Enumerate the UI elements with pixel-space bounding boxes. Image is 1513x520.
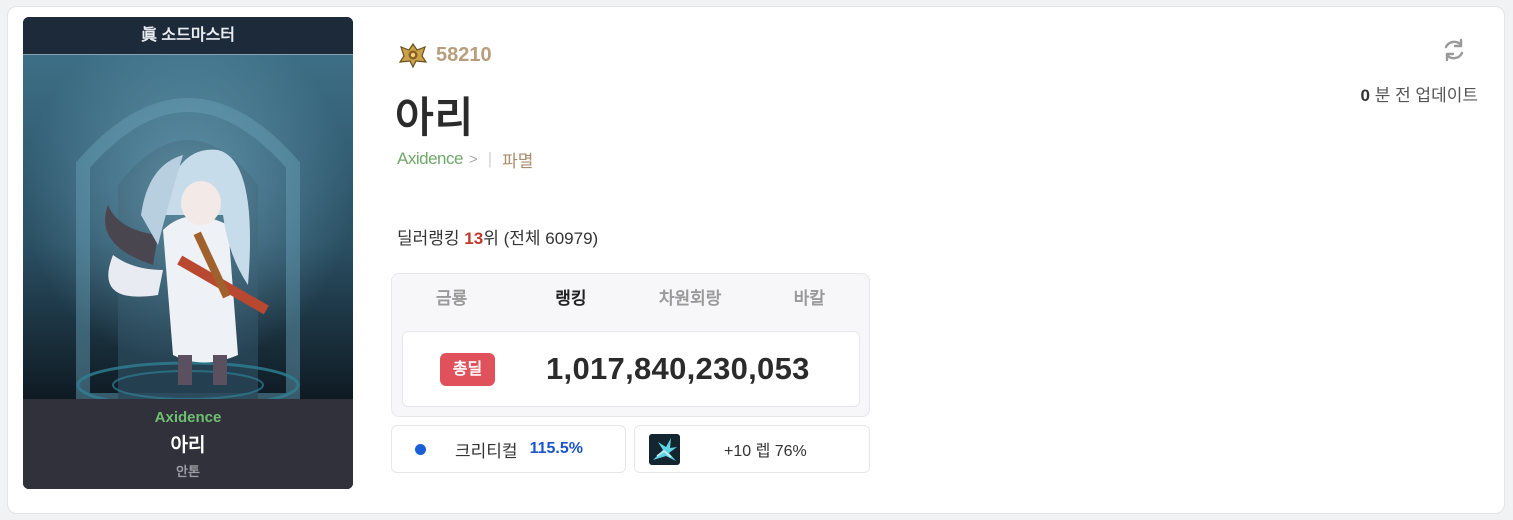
fame-crest-icon [398, 42, 428, 68]
character-subinfo: Axidence > | 파멸 [397, 148, 534, 171]
adventure-link[interactable]: Axidence [397, 149, 463, 169]
tab-bakal[interactable]: 바칼 [750, 274, 869, 324]
tab-bar: 금룡 랭킹 차원회랑 바칼 [392, 274, 869, 324]
skill-level-text: +10 렙 76% [724, 443, 807, 460]
critical-stat-box: 크리티컬 115.5% [391, 425, 626, 473]
ranking-number: 13 [464, 229, 484, 248]
update-minutes: 0 [1360, 86, 1370, 105]
character-portrait-panel: 眞 소드마스터 Axidence 아리 안톤 [23, 17, 353, 489]
last-updated: 0 분 전 업데이트 [1361, 81, 1479, 106]
critical-label: 크리티컬 [455, 441, 518, 461]
character-illustration [23, 55, 353, 400]
total-damage-box: 총딜 1,017,840,230,053 [402, 331, 860, 407]
skill-level-box: +10 렙 76% [634, 425, 870, 473]
dealer-ranking: 딜러랭킹 13위 (전체 60979) [397, 224, 598, 249]
refresh-icon[interactable] [1441, 37, 1467, 63]
critical-dot-icon [415, 443, 426, 455]
update-label: 분 전 업데이트 [1374, 86, 1478, 105]
divider: | [487, 149, 493, 168]
total-damage-value: 1,017,840,230,053 [546, 351, 810, 386]
fame-row: 58210 [398, 42, 492, 68]
critical-value: 115.5% [529, 440, 583, 457]
job-title: 眞 소드마스터 [23, 17, 353, 55]
total-damage-badge: 총딜 [440, 352, 495, 386]
ranking-suffix: 위 [483, 229, 499, 248]
fame-value: 58210 [436, 43, 492, 66]
stats-tab-panel: 금룡 랭킹 차원회랑 바칼 총딜 1,017,840,230,053 [391, 273, 870, 417]
ranking-total: (전체 60979) [503, 229, 599, 248]
tab-gold-dragon[interactable]: 금룡 [392, 274, 511, 324]
character-server-label: 안톤 [176, 464, 200, 479]
character-name-label: 아리 [170, 435, 206, 456]
character-name: 아리 [395, 94, 475, 141]
skill-icon [649, 433, 680, 465]
character-footer: Axidence 아리 안톤 [23, 399, 353, 489]
ranking-label: 딜러랭킹 [397, 229, 460, 248]
character-adventure-name: Axidence [154, 409, 222, 426]
chevron-right-icon[interactable]: > [469, 151, 478, 168]
tab-dimension-corridor[interactable]: 차원회랑 [631, 274, 750, 324]
tab-ranking[interactable]: 랭킹 [511, 274, 630, 324]
server-name: 파멸 [502, 151, 534, 171]
